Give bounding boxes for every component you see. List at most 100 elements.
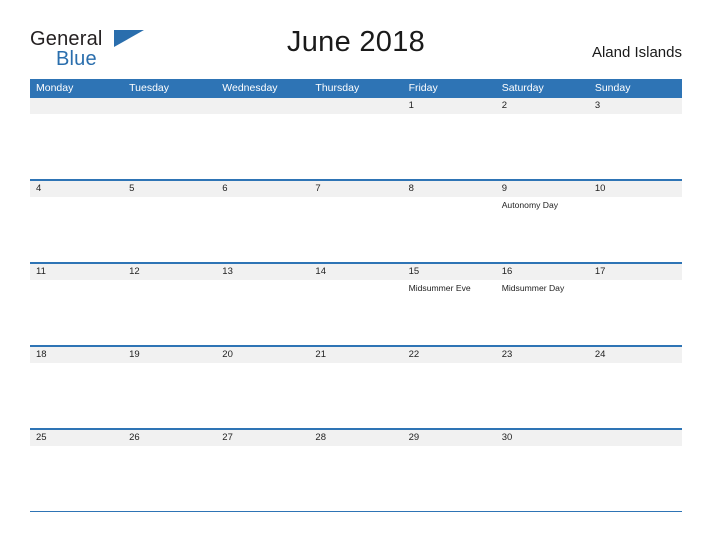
day-cell[interactable] <box>216 114 309 179</box>
day-number[interactable] <box>30 98 123 114</box>
day-cell[interactable] <box>309 114 402 179</box>
day-cell[interactable] <box>30 363 123 428</box>
day-cell[interactable] <box>123 197 216 262</box>
day-cell[interactable] <box>403 197 496 262</box>
day-number[interactable]: 1 <box>403 98 496 114</box>
calendar-grid: Monday Tuesday Wednesday Thursday Friday… <box>30 79 682 512</box>
day-number-row: 1 2 3 <box>30 97 682 114</box>
calendar-week-row: 11 12 13 14 15 16 17 Midsummer Eve Midsu… <box>30 263 682 346</box>
day-cell[interactable] <box>123 114 216 179</box>
day-number[interactable]: 29 <box>403 430 496 446</box>
day-cell[interactable]: Midsummer Eve <box>403 280 496 345</box>
day-cell[interactable] <box>123 280 216 345</box>
day-events-row <box>30 446 682 511</box>
day-number[interactable]: 22 <box>403 347 496 363</box>
day-number-row: 25 26 27 28 29 30 <box>30 429 682 446</box>
day-cell[interactable] <box>30 197 123 262</box>
day-number[interactable] <box>589 430 682 446</box>
day-cell[interactable] <box>123 363 216 428</box>
day-number[interactable]: 13 <box>216 264 309 280</box>
week-divider <box>30 511 682 512</box>
day-cell[interactable] <box>589 363 682 428</box>
day-number[interactable]: 19 <box>123 347 216 363</box>
calendar-week-row: 4 5 6 7 8 9 10 Autonomy Day <box>30 180 682 263</box>
day-number[interactable] <box>216 98 309 114</box>
region-label: Aland Islands <box>591 44 682 61</box>
day-cell[interactable] <box>216 197 309 262</box>
event-label: Midsummer Day <box>501 283 565 293</box>
weekday-header-row: Monday Tuesday Wednesday Thursday Friday… <box>30 79 682 97</box>
calendar-week-row: 25 26 27 28 29 30 <box>30 429 682 512</box>
day-number-row: 11 12 13 14 15 16 17 <box>30 263 682 280</box>
day-cell[interactable] <box>496 446 589 511</box>
day-number[interactable]: 6 <box>216 181 309 197</box>
day-cell[interactable]: Autonomy Day <box>496 197 589 262</box>
day-number[interactable]: 9 <box>496 181 589 197</box>
day-number[interactable]: 18 <box>30 347 123 363</box>
day-number-row: 4 5 6 7 8 9 10 <box>30 180 682 197</box>
day-cell[interactable] <box>216 363 309 428</box>
day-cell[interactable] <box>403 114 496 179</box>
day-cell[interactable] <box>496 363 589 428</box>
day-cell[interactable] <box>30 446 123 511</box>
weekday-header-thursday: Thursday <box>315 82 360 94</box>
day-number[interactable]: 7 <box>309 181 402 197</box>
day-events-row: Midsummer Eve Midsummer Day <box>30 280 682 345</box>
day-cell[interactable] <box>30 280 123 345</box>
day-events-row <box>30 114 682 179</box>
day-cell[interactable] <box>309 197 402 262</box>
day-cell[interactable] <box>309 446 402 511</box>
day-cell[interactable] <box>309 363 402 428</box>
day-number-row: 18 19 20 21 22 23 24 <box>30 346 682 363</box>
day-cell[interactable] <box>403 446 496 511</box>
day-number[interactable]: 10 <box>589 181 682 197</box>
day-cell[interactable] <box>216 446 309 511</box>
day-cell[interactable] <box>309 280 402 345</box>
day-number[interactable]: 5 <box>123 181 216 197</box>
weekday-header-friday: Friday <box>408 82 438 94</box>
day-number[interactable]: 25 <box>30 430 123 446</box>
day-cell[interactable] <box>30 114 123 179</box>
calendar-week-row: 1 2 3 <box>30 97 682 180</box>
day-number[interactable]: 12 <box>123 264 216 280</box>
day-number[interactable]: 26 <box>123 430 216 446</box>
page-header: General Blue June 2018 Aland Islands <box>30 26 682 74</box>
event-label: Autonomy Day <box>501 200 559 210</box>
day-cell[interactable] <box>589 280 682 345</box>
day-number[interactable]: 3 <box>589 98 682 114</box>
day-number[interactable]: 24 <box>589 347 682 363</box>
weekday-header-saturday: Saturday <box>501 82 544 94</box>
day-number[interactable]: 21 <box>309 347 402 363</box>
calendar-page: General Blue June 2018 Aland Islands Mon… <box>0 0 712 550</box>
day-number[interactable]: 27 <box>216 430 309 446</box>
day-number[interactable]: 14 <box>309 264 402 280</box>
day-number[interactable]: 8 <box>403 181 496 197</box>
day-cell[interactable]: Midsummer Day <box>496 280 589 345</box>
day-cell[interactable] <box>589 114 682 179</box>
page-title: June 2018 <box>286 26 426 58</box>
weekday-header-monday: Monday <box>36 82 74 94</box>
day-events-row: Autonomy Day <box>30 197 682 262</box>
weekday-header-sunday: Sunday <box>594 82 631 94</box>
day-number[interactable]: 16 <box>496 264 589 280</box>
day-number[interactable]: 15 <box>403 264 496 280</box>
day-number[interactable] <box>309 98 402 114</box>
day-cell[interactable] <box>403 363 496 428</box>
weekday-header-tuesday: Tuesday <box>129 82 170 94</box>
day-number[interactable]: 30 <box>496 430 589 446</box>
day-number[interactable] <box>123 98 216 114</box>
day-number[interactable]: 11 <box>30 264 123 280</box>
day-cell[interactable] <box>589 446 682 511</box>
day-number[interactable]: 2 <box>496 98 589 114</box>
day-number[interactable]: 17 <box>589 264 682 280</box>
day-cell[interactable] <box>589 197 682 262</box>
day-number[interactable]: 20 <box>216 347 309 363</box>
day-cell[interactable] <box>123 446 216 511</box>
day-number[interactable]: 23 <box>496 347 589 363</box>
day-number[interactable]: 4 <box>30 181 123 197</box>
weekday-header-wednesday: Wednesday <box>222 82 278 94</box>
day-number[interactable]: 28 <box>309 430 402 446</box>
day-cell[interactable] <box>496 114 589 179</box>
day-cell[interactable] <box>216 280 309 345</box>
calendar-week-row: 18 19 20 21 22 23 24 <box>30 346 682 429</box>
